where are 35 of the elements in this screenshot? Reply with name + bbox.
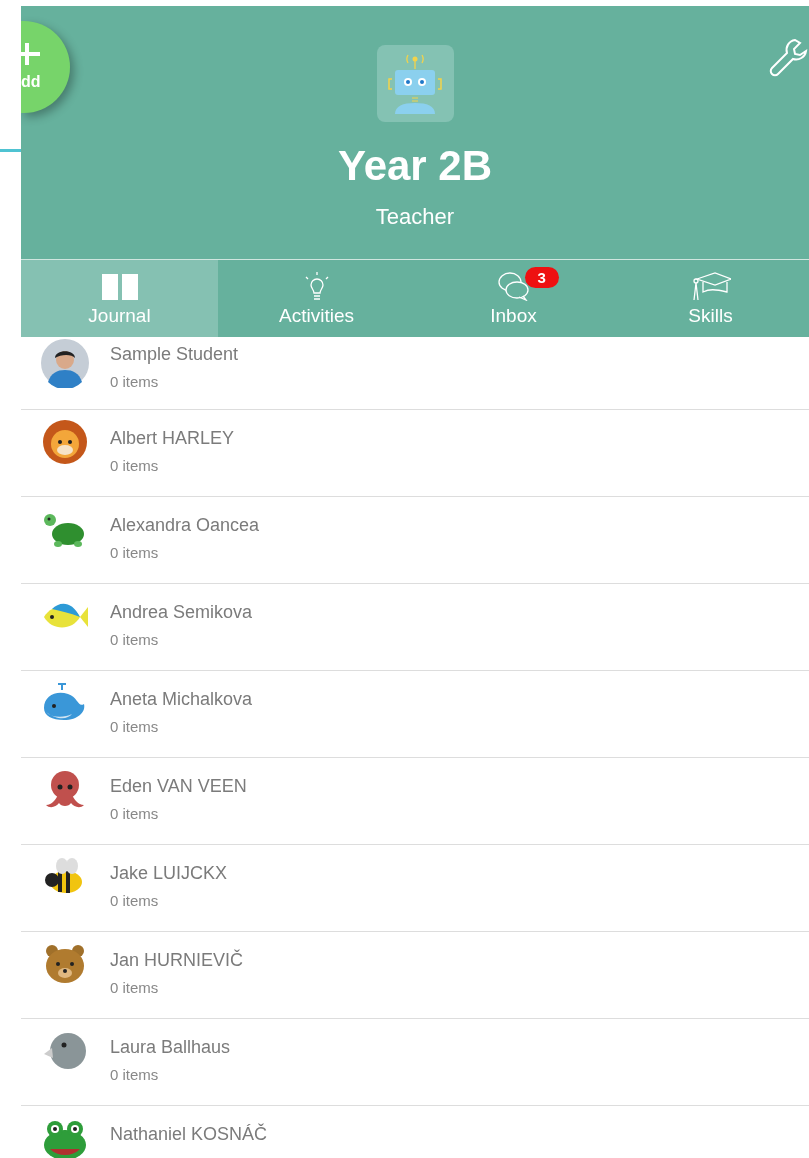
- book-icon: [100, 273, 139, 301]
- tab[interactable]: 3 Inbox: [415, 260, 612, 337]
- lion-avatar-icon: [40, 417, 90, 467]
- item-count: 0 items: [110, 891, 160, 911]
- student-name: Alexandra Oancea: [110, 514, 260, 536]
- student-name: Aneta Michalkova: [110, 688, 253, 710]
- item-count: 0 items: [110, 456, 160, 476]
- graduation-cap-icon: [690, 271, 731, 301]
- class-title: Year 2B: [337, 142, 493, 190]
- plus-icon: [21, 43, 41, 65]
- add-button[interactable]: dd: [21, 21, 70, 113]
- item-count: 0 items: [110, 804, 160, 824]
- item-count: 0 items: [110, 978, 160, 998]
- tab[interactable]: Activities: [218, 260, 415, 337]
- item-count: 0 items: [110, 717, 160, 737]
- student-name: Jan HURNIEVIČ: [110, 949, 244, 971]
- robot-icon: [386, 52, 444, 115]
- student-name: Jake LUIJCKX: [110, 862, 228, 884]
- person-avatar-icon: [40, 338, 90, 388]
- item-count: 0 items: [110, 630, 160, 650]
- student-name: Nathaniel KOSNÁČ: [110, 1123, 268, 1145]
- tab[interactable]: Skills: [612, 260, 809, 337]
- chat-bubbles-icon: [496, 271, 531, 301]
- student-name: Albert HARLEY: [110, 427, 235, 449]
- student-name: Eden VAN VEEN: [110, 775, 247, 797]
- unread-badge: 3: [524, 267, 559, 288]
- tab[interactable]: Journal: [21, 260, 218, 337]
- student-name: Sample Student: [110, 343, 239, 365]
- item-count: 0 items: [110, 1065, 160, 1085]
- student-name: Andrea Semikova: [110, 601, 253, 623]
- wrench-icon[interactable]: [769, 37, 809, 79]
- item-count: 0 items: [110, 372, 160, 392]
- student-name: Laura Ballhaus: [110, 1036, 231, 1058]
- role-label: Teacher: [375, 204, 455, 230]
- item-count: 0 items: [110, 543, 160, 563]
